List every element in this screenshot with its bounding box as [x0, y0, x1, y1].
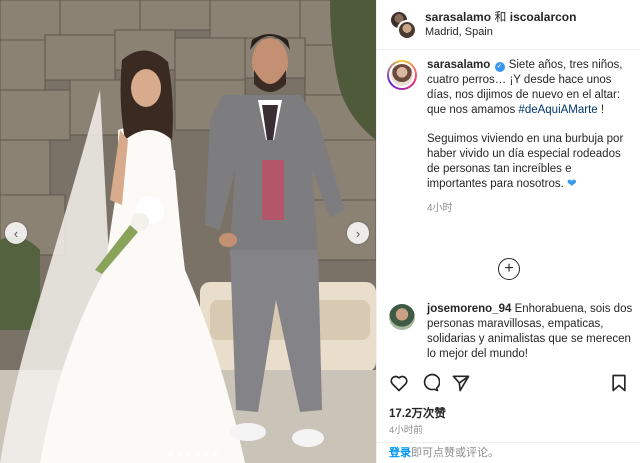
comments-area[interactable]: sarasalamo ✓ Siete años, tres niños, cua…: [377, 58, 640, 360]
caption: sarasalamo ✓ Siete años, tres niños, cua…: [377, 58, 640, 214]
carousel-prev-button[interactable]: ‹: [5, 222, 27, 244]
verified-badge-icon: ✓: [494, 62, 505, 72]
carousel-dot: [204, 452, 209, 457]
carousel-dot: [186, 452, 191, 457]
login-prompt-text: 即可点赞或评论。: [411, 447, 499, 459]
heart-outline-icon[interactable]: [389, 373, 409, 393]
collab-avatars[interactable]: [389, 9, 417, 40]
post-timestamp[interactable]: 4小时前: [389, 422, 423, 436]
caption-time: 4小时: [427, 203, 453, 214]
chevron-left-icon: ‹: [13, 225, 19, 241]
caption-text: sarasalamo ✓ Siete años, tres niños, cua…: [427, 58, 633, 118]
author-conjunction: 和: [494, 10, 507, 24]
bookmark-icon[interactable]: [609, 373, 629, 393]
post-header: sarasalamo 和 iscoalarcon Madrid, Spain: [377, 0, 640, 50]
author-link-1[interactable]: sarasalamo: [425, 10, 491, 24]
chevron-right-icon: ›: [355, 225, 361, 241]
carousel-indicator: [168, 452, 218, 457]
avatar: [397, 19, 417, 40]
speech-bubble-icon[interactable]: [420, 373, 440, 393]
carousel-next-button[interactable]: ›: [347, 222, 369, 244]
location-link[interactable]: Madrid, Spain: [425, 25, 576, 39]
plus-circle-icon: +: [504, 260, 514, 277]
caption-username[interactable]: sarasalamo: [427, 59, 490, 71]
carousel-dot: [177, 452, 182, 457]
comment-text: josemoreno_94 Enhorabuena, sois dos pers…: [427, 302, 633, 360]
wedding-photo-illustration: [0, 0, 376, 463]
author-link-2[interactable]: iscoalarcon: [510, 10, 577, 24]
comment-item: josemoreno_94 Enhorabuena, sois dos pers…: [377, 302, 640, 360]
caption-body-end: !: [597, 104, 605, 116]
blue-heart-icon: ❤: [567, 178, 577, 190]
login-link[interactable]: 登录: [389, 447, 411, 459]
post-photo[interactable]: ‹ ›: [0, 0, 376, 463]
avatar[interactable]: [389, 304, 415, 330]
avatar[interactable]: [387, 60, 417, 90]
carousel-dot: [195, 452, 200, 457]
caption-body-2: Seguimos viviendo en una burbuja por hab…: [427, 133, 624, 190]
post-panel: sarasalamo 和 iscoalarcon Madrid, Spain s…: [376, 0, 640, 463]
load-more-comments-button[interactable]: +: [498, 258, 520, 280]
hashtag-link[interactable]: #deAquiAMarte: [518, 104, 597, 116]
login-prompt: 登录即可点赞或评论。: [377, 442, 640, 463]
likes-count[interactable]: 17.2万次赞: [389, 405, 446, 421]
carousel-dot: [168, 452, 173, 457]
post-authors: sarasalamo 和 iscoalarcon: [425, 10, 576, 25]
caption-paragraph: Seguimos viviendo en una burbuja por hab…: [427, 132, 633, 192]
paper-plane-icon[interactable]: [451, 373, 471, 393]
comment-username[interactable]: josemoreno_94: [427, 303, 511, 315]
action-bar: [389, 371, 629, 395]
carousel-dot: [213, 452, 218, 457]
